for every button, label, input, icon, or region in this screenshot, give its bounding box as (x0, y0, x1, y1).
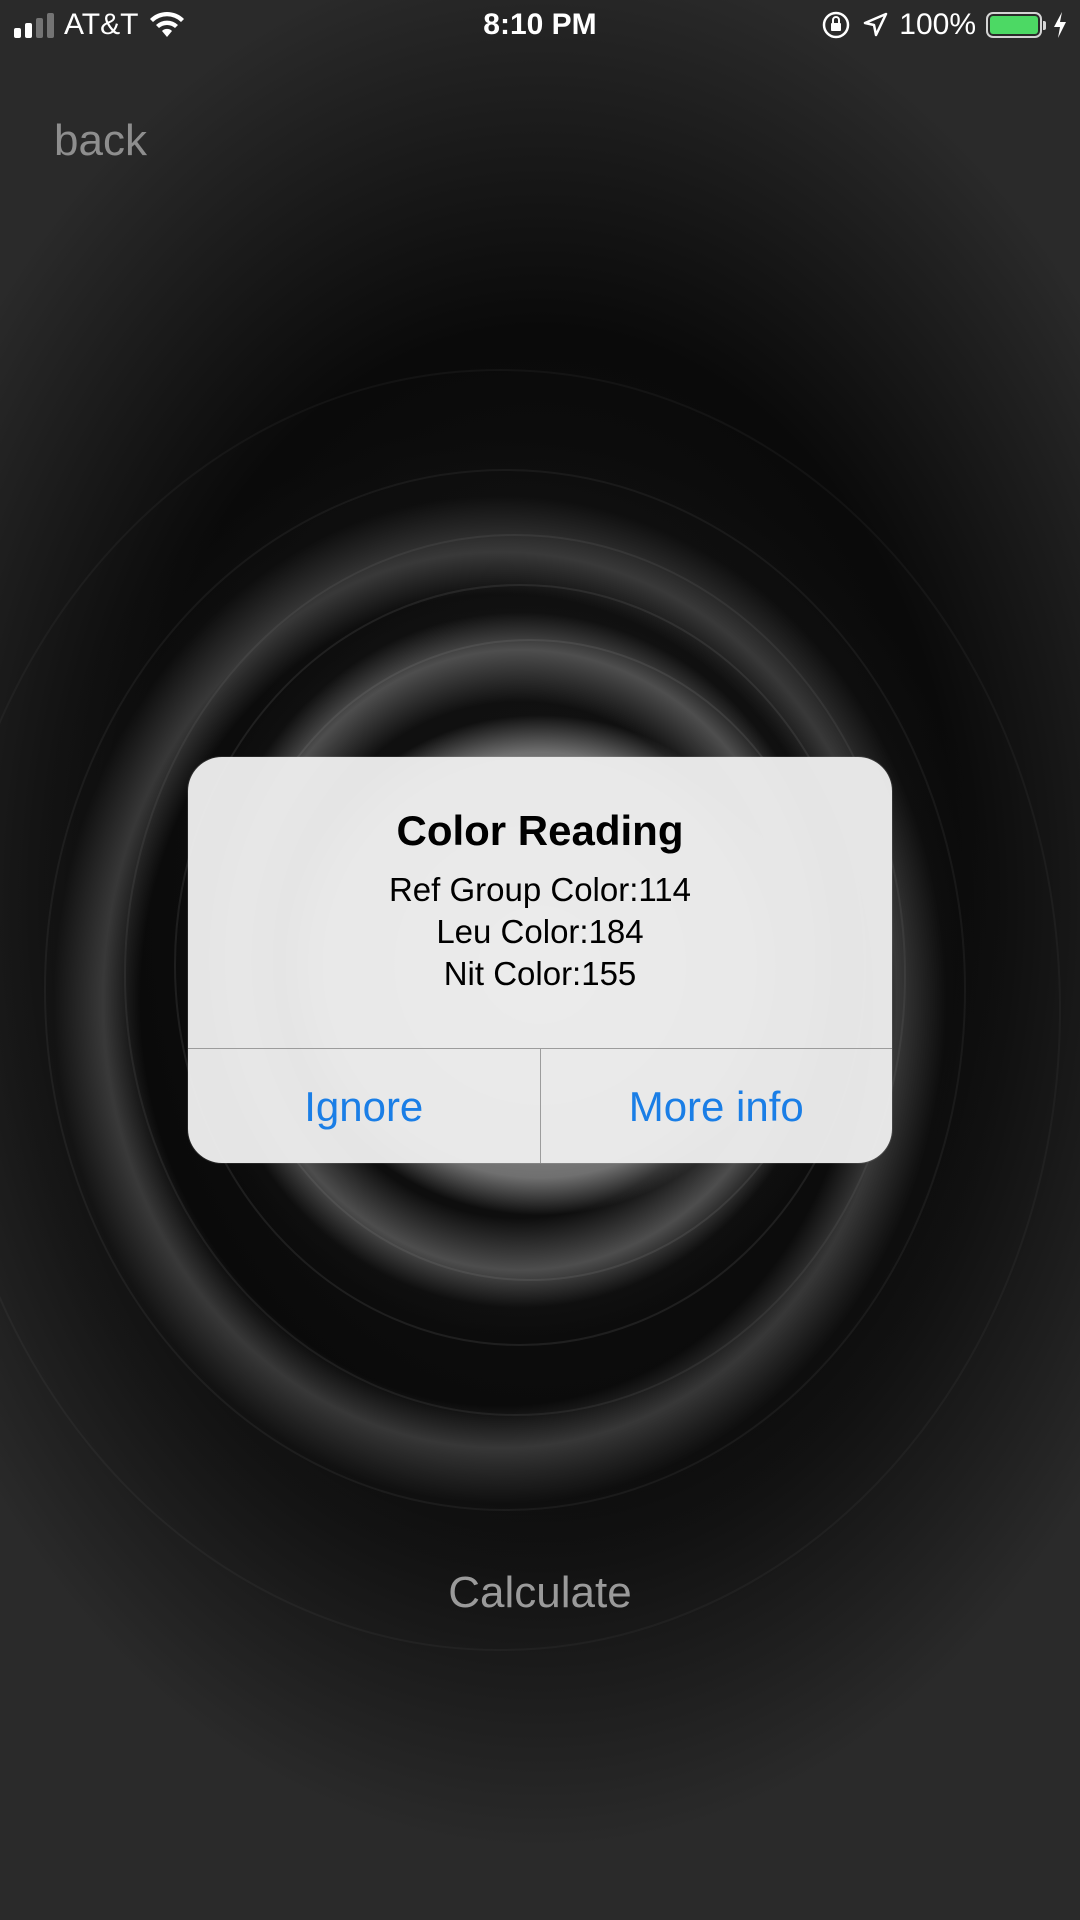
location-icon (864, 12, 888, 37)
color-reading-alert: Color Reading Ref Group Color:114 Leu Co… (188, 757, 892, 1163)
alert-title: Color Reading (396, 807, 684, 854)
calculate-button[interactable]: Calculate (0, 1568, 1080, 1618)
alert-actions: Ignore More info (188, 1048, 892, 1163)
screen: AT&T 8:10 PM 100% back Color Reading Ref… (0, 0, 1080, 1920)
alert-body: Color Reading Ref Group Color:114 Leu Co… (188, 757, 892, 1048)
more-info-button[interactable]: More info (539, 1049, 893, 1163)
status-bar: AT&T 8:10 PM 100% (0, 0, 1080, 54)
alert-message-line: Ref Group Color:114 (388, 871, 692, 908)
alert-message-line: Nit Color:155 (443, 955, 637, 992)
ignore-button[interactable]: Ignore (188, 1049, 540, 1163)
alert-message-line: Leu Color:184 (436, 913, 644, 950)
battery-level (990, 16, 1038, 34)
rotation-lock-icon (823, 11, 850, 39)
charging-bolt-icon (1054, 12, 1066, 38)
back-button[interactable]: back (54, 116, 147, 166)
status-right: 100% (821, 8, 1068, 42)
battery-percent: 100% (899, 8, 976, 41)
battery-icon (986, 12, 1046, 38)
